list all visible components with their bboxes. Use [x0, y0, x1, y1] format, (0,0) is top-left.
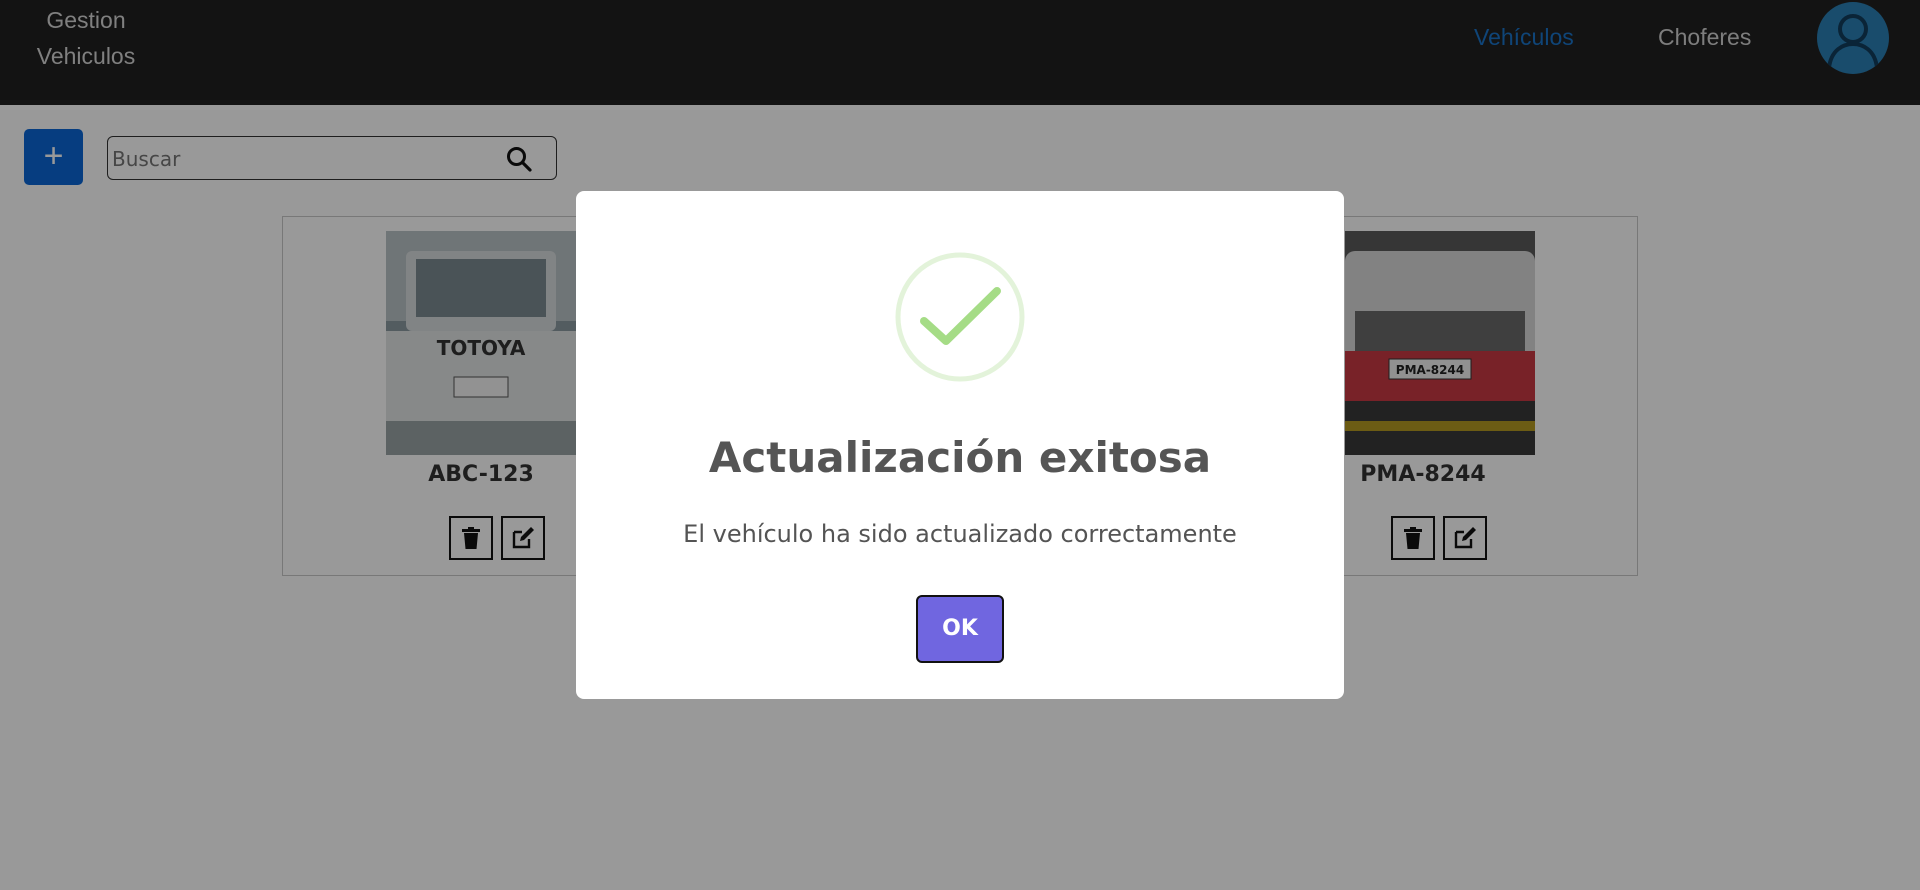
dialog-title: Actualización exitosa [708, 433, 1212, 482]
dialog-message: El vehículo ha sido actualizado correcta… [683, 520, 1237, 548]
success-check-icon [894, 251, 1026, 383]
success-dialog: Actualización exitosa El vehículo ha sid… [576, 191, 1344, 699]
ok-button[interactable]: OK [916, 595, 1004, 663]
